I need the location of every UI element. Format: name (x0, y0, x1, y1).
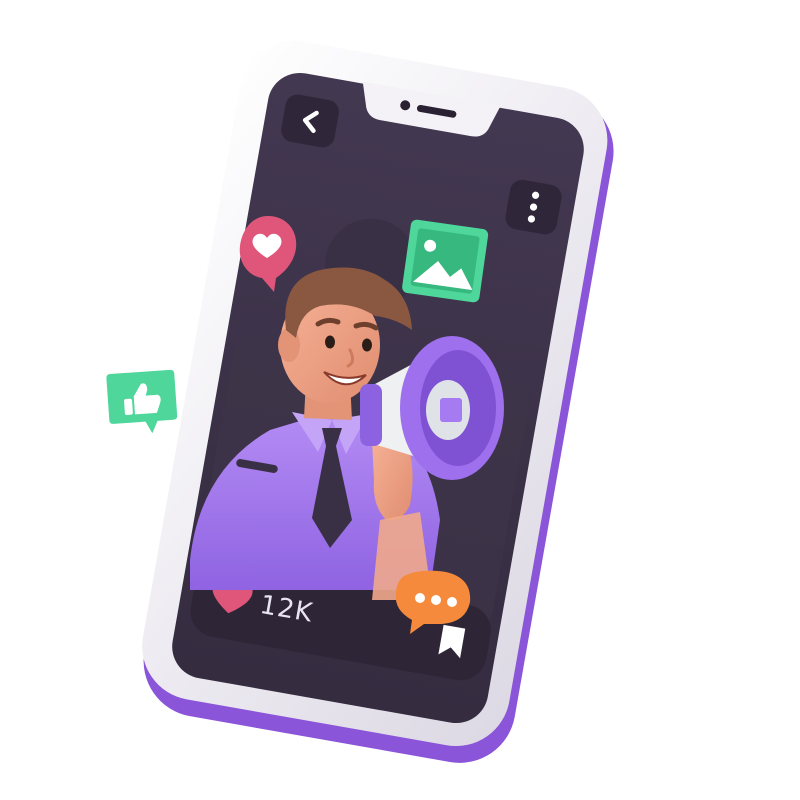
image-icon (402, 219, 489, 303)
phone-illustration: 12K (106, 40, 614, 763)
megaphone-tip (440, 398, 462, 422)
eye (325, 335, 335, 349)
megaphone-handle (360, 384, 382, 446)
thumbs-up-bubble-icon (106, 369, 178, 434)
eye (362, 338, 372, 352)
back-button[interactable] (279, 93, 341, 150)
more-options-button[interactable] (504, 178, 564, 236)
